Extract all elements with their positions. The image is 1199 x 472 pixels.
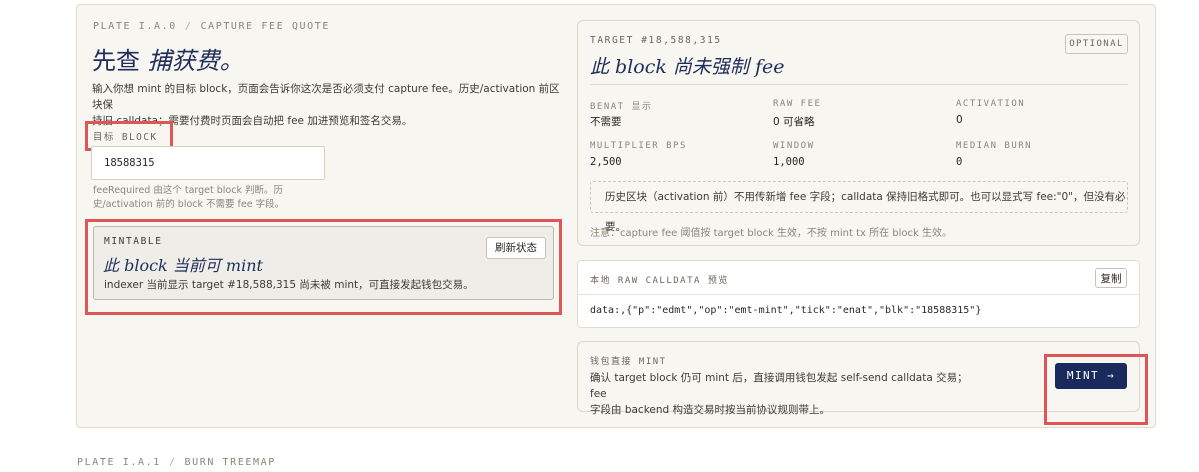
stat-median-burn-value: 0	[956, 156, 963, 168]
status-tag: MINTABLE	[104, 236, 163, 247]
target-block-help: feeRequired 由这个 target block 判断。历 史/acti…	[93, 184, 323, 212]
stat-multiplier-key: MULTIPLIER BPS	[590, 141, 687, 151]
next-plate: PLATE I.A.1	[77, 457, 161, 468]
stat-median-burn-key: MEDIAN BURN	[956, 141, 1033, 151]
breadcrumb-section: CAPTURE FEE QUOTE	[200, 21, 331, 32]
help-line-1: feeRequired 由这个 target block 判断。历	[93, 185, 283, 196]
target-block-input[interactable]: 18588315	[91, 146, 325, 180]
stat-window-key: WINDOW	[773, 141, 815, 151]
fee-note: 历史区块（activation 前）不用传新增 fee 字段；calldata …	[590, 181, 1128, 233]
stat-multiplier-value: 2,500	[590, 156, 622, 168]
page-title-plain: 先查	[92, 47, 148, 75]
stat-benat-value: 不需要	[590, 116, 622, 128]
next-section-title: BURN TREEMAP	[184, 457, 276, 468]
stat-benat-key: BENAT 显示	[590, 102, 653, 112]
status-title: 此 block 当前可 mint	[103, 256, 263, 275]
wallet-text: 确认 target block 仍可 mint 后，直接调用钱包发起 self-…	[590, 370, 970, 418]
next-separator: /	[168, 457, 177, 468]
refresh-status-button[interactable]: 刷新状态	[486, 237, 546, 259]
stat-activation-key: ACTIVATION	[956, 99, 1026, 109]
help-line-2: 史/activation 前的 block 不需要 fee 字段。	[93, 199, 285, 210]
calldata-code: data:,{"p":"edmt","op":"emt-mint","tick"…	[590, 305, 982, 316]
quote-panel: PLATE I.A.0 / CAPTURE FEE QUOTE 先查 捕获费。 输入…	[76, 4, 1156, 428]
status-text: indexer 当前显示 target #18,588,315 尚未被 mint…	[104, 279, 474, 291]
stat-raw-fee-value: 0 可省略	[773, 116, 815, 128]
stat-window-value: 1,000	[773, 156, 805, 168]
target-block-label: 目标 BLOCK	[93, 132, 158, 143]
target-card: TARGET #18,588,315 此 block 尚未强制 fee OPTI…	[577, 20, 1140, 246]
breadcrumb-plate: PLATE I.A.0	[93, 21, 177, 32]
wallet-line-2: 字段由 backend 构造交易时按当前协议规则带上。	[590, 404, 831, 416]
breadcrumb: PLATE I.A.0 / CAPTURE FEE QUOTE	[93, 21, 330, 32]
stat-raw-fee-key: RAW FEE	[773, 99, 822, 109]
fee-footnote: 注意：capture fee 阈值按 target block 生效，不按 mi…	[590, 228, 952, 239]
calldata-card: 本地 RAW CALLDATA 预览 复制 data:,{"p":"edmt",…	[577, 260, 1140, 328]
intro-line-1: 输入你想 mint 的目标 block，页面会告诉你这次是否必须支付 captu…	[92, 83, 560, 111]
optional-badge: OPTIONAL	[1065, 34, 1128, 54]
target-title: 此 block 尚未强制 fee	[590, 56, 785, 78]
mint-button[interactable]: MINT →	[1055, 363, 1127, 389]
calldata-label: 本地 RAW CALLDATA 预览	[590, 276, 729, 286]
breadcrumb-separator: /	[184, 21, 193, 32]
next-section-breadcrumb: PLATE I.A.1 / BURN TREEMAP	[77, 457, 276, 468]
target-tag: TARGET #18,588,315	[590, 35, 722, 46]
page-title: 先查 捕获费。	[92, 41, 244, 76]
copy-button[interactable]: 复制	[1095, 268, 1127, 288]
wallet-line-1: 确认 target block 仍可 mint 后，直接调用钱包发起 self-…	[590, 372, 968, 400]
page-title-italic: 捕获费。	[147, 47, 244, 75]
wallet-label: 钱包直接 MINT	[590, 357, 667, 367]
stat-activation-value: 0	[956, 114, 963, 126]
status-card: MINTABLE 此 block 当前可 mint indexer 当前显示 t…	[93, 226, 554, 300]
divider	[590, 84, 1128, 85]
